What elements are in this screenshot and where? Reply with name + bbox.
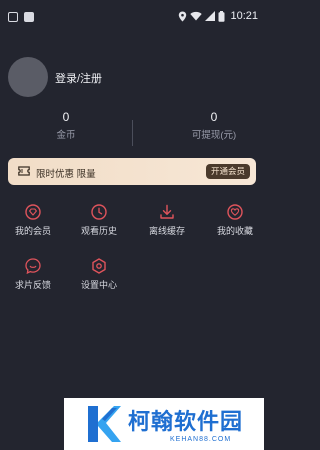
battery-icon: [218, 10, 225, 22]
menu-item-label: 我的会员: [14, 226, 51, 236]
location-icon: [179, 11, 187, 21]
stat-coins-value: 0: [62, 110, 70, 124]
menu-item-my-favorites[interactable]: 我的收藏: [202, 204, 268, 237]
heart-icon: [227, 204, 243, 220]
diamond-icon: [25, 204, 41, 220]
login-register-link[interactable]: 登录/注册: [55, 70, 102, 86]
menu-item-label: 我的收藏: [216, 226, 253, 236]
watermark-title: 柯翰软件园: [128, 409, 244, 434]
clock-icon: [91, 204, 107, 220]
watermark-logo-icon: [88, 406, 121, 442]
menu-item-label: 求片反馈: [14, 280, 51, 290]
menu-item-label: 观看历史: [80, 226, 117, 236]
menu-item-settings-center[interactable]: 设置中心: [66, 258, 132, 291]
stat-withdrawable-value: 0: [210, 110, 218, 124]
stat-coins-label: 金币: [56, 130, 76, 141]
menu-item-offline-cache[interactable]: 离线缓存: [134, 204, 200, 237]
watermark-subtitle: KEHAN88.COM: [170, 436, 232, 443]
wifi-icon: [190, 11, 203, 21]
stat-withdrawable-label: 可提现(元): [191, 130, 237, 141]
stats-divider: [132, 120, 133, 146]
image-square-icon: [24, 12, 34, 22]
status-right: 10:21: [178, 10, 258, 22]
signal-icon: [205, 11, 216, 21]
vip-banner[interactable]: 限时优惠 限量 开通会员: [8, 158, 256, 185]
open-membership-button[interactable]: 开通会员: [205, 164, 250, 179]
download-icon: [160, 204, 174, 219]
notification-square-icon: [8, 12, 18, 22]
vip-promo-text: 限时优惠 限量: [36, 169, 96, 180]
feedback-icon: [25, 258, 41, 274]
status-bar: 10:21: [0, 0, 264, 34]
stat-withdrawable[interactable]: 0 可提现(元): [148, 110, 280, 141]
status-left: [8, 12, 34, 22]
menu-item-watch-history[interactable]: 观看历史: [66, 204, 132, 237]
menu-item-label: 设置中心: [80, 280, 117, 290]
stat-coins[interactable]: 0 金币: [0, 110, 132, 141]
settings-icon: [92, 258, 106, 274]
menu-item-my-membership[interactable]: 我的会员: [0, 204, 66, 237]
status-time: 10:21: [230, 10, 258, 22]
profile-section[interactable]: 登录/注册: [8, 57, 258, 99]
menu-item-label: 离线缓存: [148, 226, 185, 236]
stats-row: 0 金币 0 可提现(元): [0, 110, 264, 150]
menu-item-movie-request[interactable]: 求片反馈: [0, 258, 66, 291]
site-watermark: 柯翰软件园 KEHAN88.COM: [64, 398, 264, 450]
avatar[interactable]: [8, 57, 48, 97]
ticket-icon: [18, 166, 30, 176]
